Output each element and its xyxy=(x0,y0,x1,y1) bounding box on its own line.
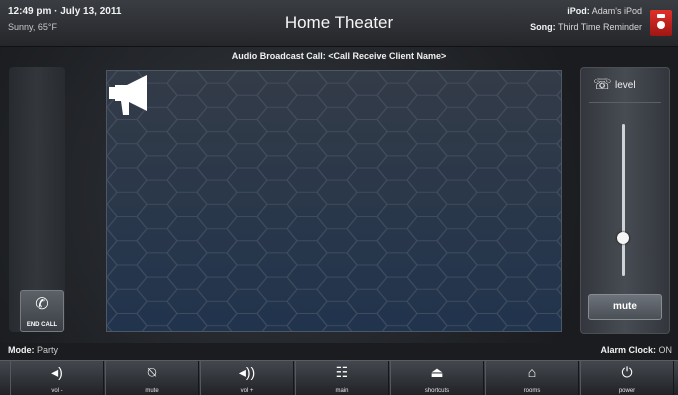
nav-main-button[interactable]: ☷ main xyxy=(295,361,389,395)
volume-down-icon: ◂) xyxy=(51,364,63,380)
mode-value: Party xyxy=(37,345,59,355)
source-label: iPod: xyxy=(567,6,590,16)
song-label: Song: xyxy=(530,22,556,32)
hex-background xyxy=(107,71,561,331)
source-value: Adam's iPod xyxy=(591,6,642,16)
volume-panel: ☏ level mute xyxy=(580,67,670,334)
nav-label: mute xyxy=(145,388,159,394)
nav-shortcuts-button[interactable]: ⏏ shortcuts xyxy=(390,361,484,395)
nav-label: power xyxy=(618,388,636,394)
home-icon: ⌂ xyxy=(527,364,537,380)
bottom-nav: ◂) vol - ⍉ mute ◂)) vol + ☷ main ⏏ short… xyxy=(0,360,678,395)
volume-slider[interactable] xyxy=(622,124,625,276)
end-call-button[interactable]: ✆ END CALL xyxy=(20,290,64,332)
song-value: Third Time Reminder xyxy=(557,22,642,32)
nav-label: rooms xyxy=(523,388,541,394)
megaphone-icon xyxy=(109,75,147,115)
top-bar: 12:49 pm · July 13, 2011 Sunny, 65°F Hom… xyxy=(0,0,678,47)
main-menu-icon: ☷ xyxy=(335,364,349,380)
phone-muted-icon: ✆ xyxy=(35,296,49,313)
call-stage xyxy=(106,70,562,332)
mute-button[interactable]: mute xyxy=(588,294,662,320)
nav-vol-up-button[interactable]: ◂)) vol + xyxy=(200,361,294,395)
volume-slider-knob[interactable] xyxy=(617,232,629,244)
volume-label: level xyxy=(615,80,636,91)
call-caption: Audio Broadcast Call: <Call Receive Clie… xyxy=(231,51,447,61)
speaker-phone-icon: ☏ xyxy=(593,76,612,93)
mode-status: Mode: Party xyxy=(8,345,58,355)
nav-rooms-button[interactable]: ⌂ rooms xyxy=(485,361,579,395)
now-playing-song: Song: Third Time Reminder xyxy=(530,22,642,32)
nav-label: vol + xyxy=(240,388,254,394)
mute-icon: ⍉ xyxy=(147,364,157,380)
alarm-status: Alarm Clock: ON xyxy=(600,345,672,355)
mode-label: Mode: xyxy=(8,345,35,355)
nav-label: vol - xyxy=(51,388,63,394)
nav-label: main xyxy=(335,388,349,394)
nav-vol-down-button[interactable]: ◂) vol - xyxy=(10,361,104,395)
nav-label: shortcuts xyxy=(424,388,450,394)
now-playing-source: iPod: Adam's iPod xyxy=(567,6,642,16)
alarm-value: ON xyxy=(658,345,673,355)
end-call-label: END CALL xyxy=(26,322,58,328)
nav-power-button[interactable]: ⏻ power xyxy=(580,361,674,395)
volume-up-icon: ◂)) xyxy=(238,364,256,380)
status-bar: Mode: Party Alarm Clock: ON xyxy=(0,343,678,359)
main-area: Audio Broadcast Call: <Call Receive Clie… xyxy=(0,47,678,343)
ipod-icon[interactable] xyxy=(650,10,672,36)
divider xyxy=(589,102,661,103)
shortcuts-icon: ⏏ xyxy=(430,364,444,380)
alarm-label: Alarm Clock: xyxy=(600,345,656,355)
power-icon: ⏻ xyxy=(621,364,633,380)
nav-mute-button[interactable]: ⍉ mute xyxy=(105,361,199,395)
